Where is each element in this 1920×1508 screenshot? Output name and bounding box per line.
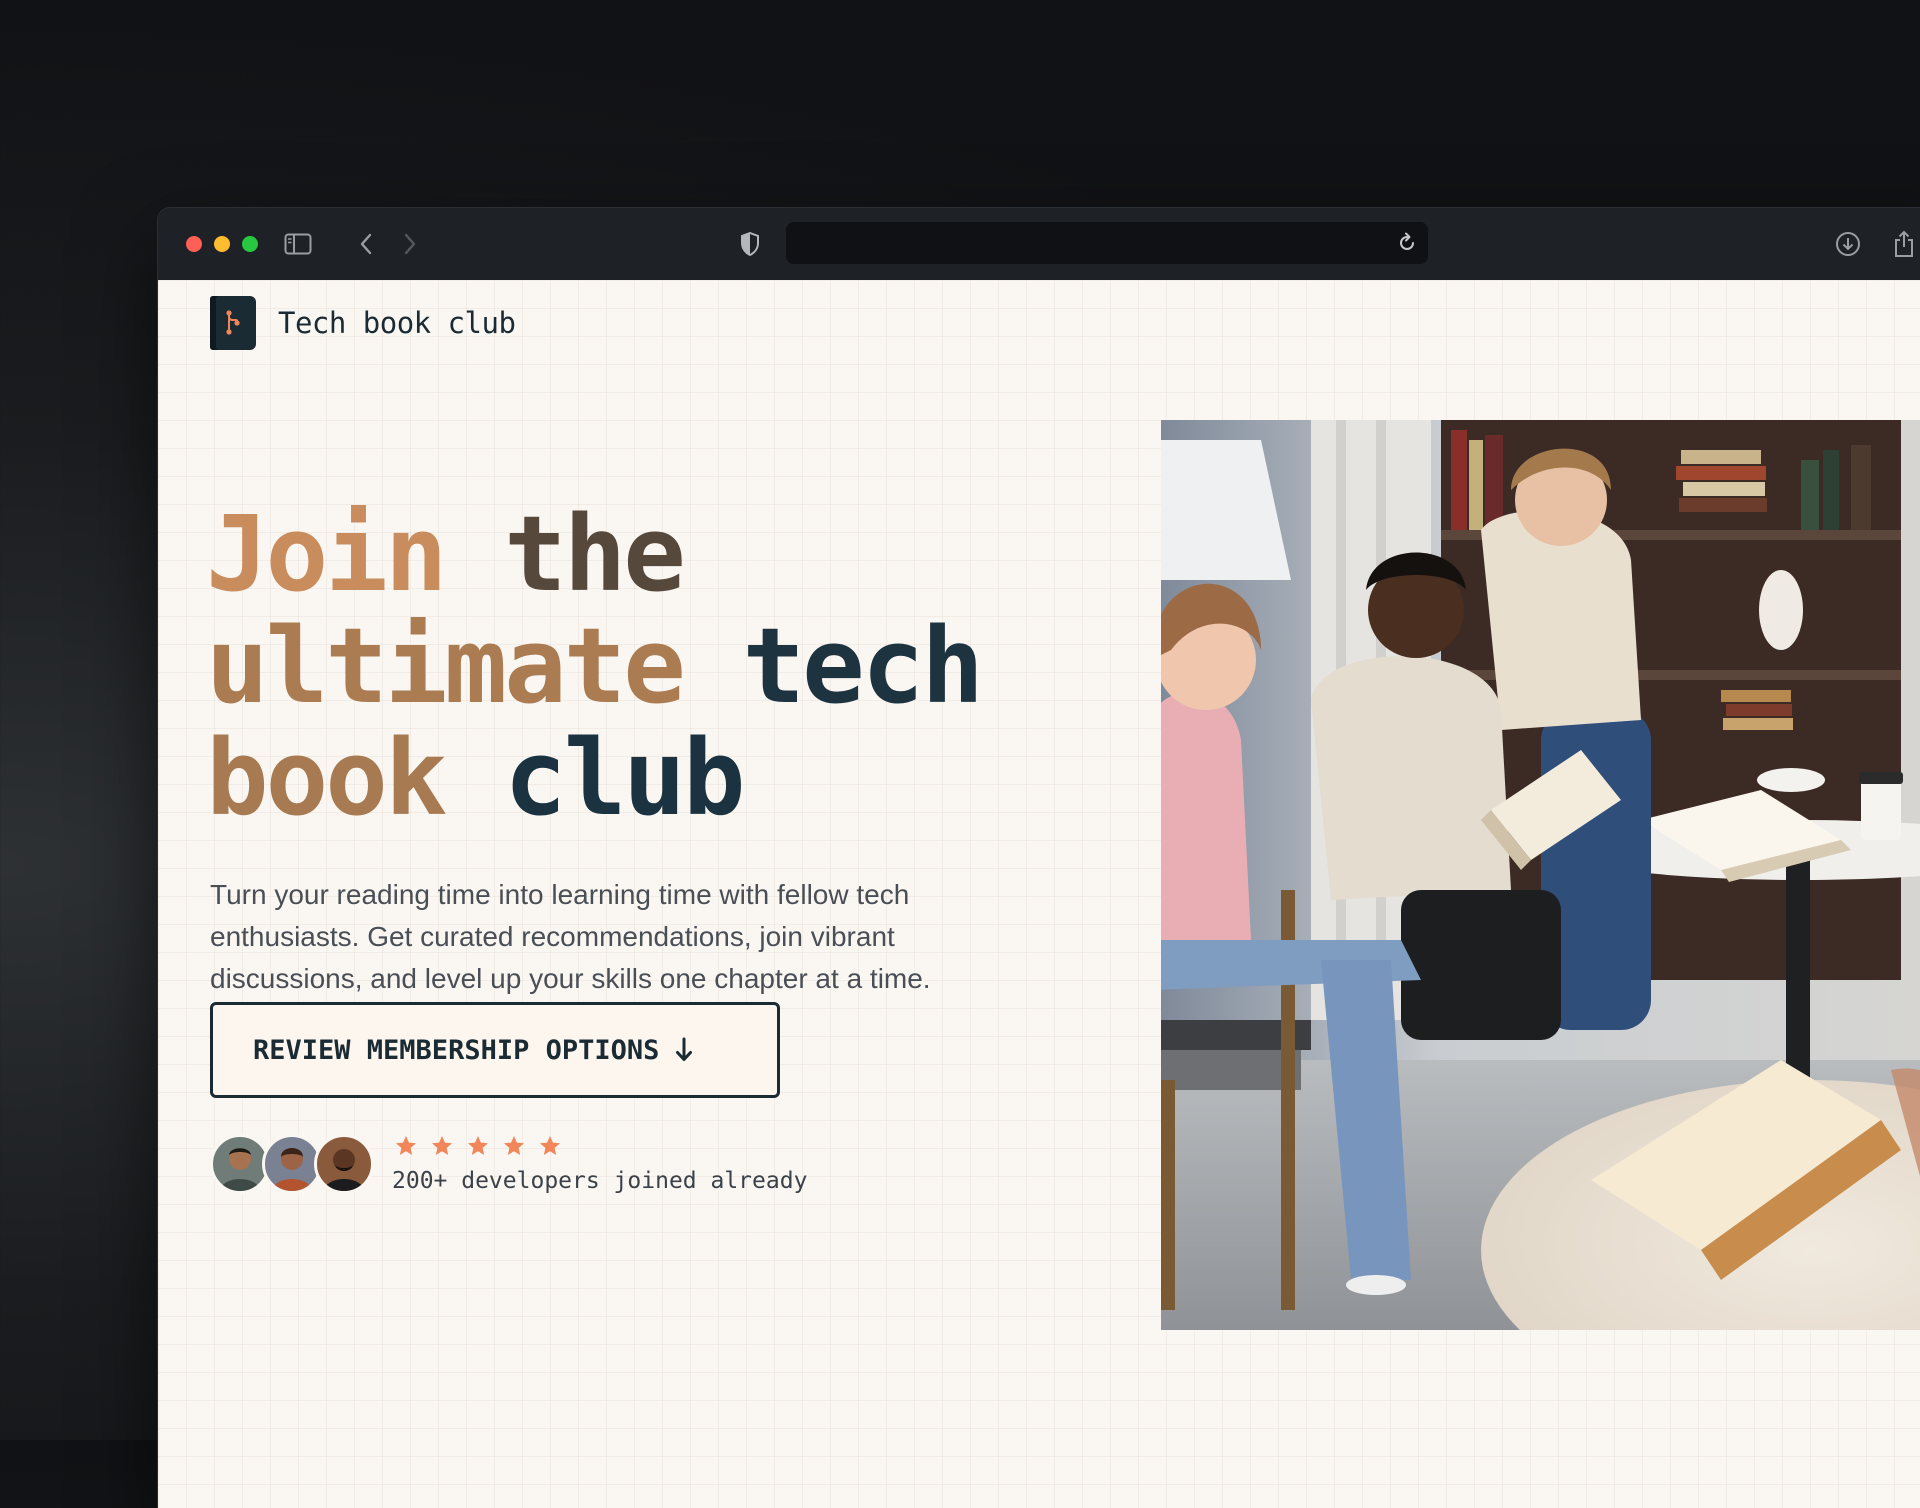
avatar [314, 1134, 374, 1194]
downloads-icon[interactable] [1832, 228, 1864, 260]
book-logo-icon [210, 296, 256, 350]
star-icon [504, 1136, 524, 1155]
back-arrow-icon[interactable] [350, 228, 382, 260]
member-avatars [210, 1134, 380, 1194]
share-icon[interactable] [1888, 228, 1920, 260]
hero-word: Join [206, 493, 447, 615]
hero-word: book [206, 717, 447, 839]
hero-description: Turn your reading time into learning tim… [210, 879, 931, 994]
close-window-button[interactable] [186, 236, 202, 252]
forward-arrow-icon[interactable] [394, 228, 426, 260]
minimize-window-button[interactable] [214, 236, 230, 252]
address-bar[interactable] [786, 222, 1428, 264]
star-icon [396, 1136, 416, 1155]
members-count-text: 200+ developers joined already [392, 1168, 808, 1194]
avatar [262, 1134, 322, 1194]
hero-word: the [504, 493, 686, 615]
hero-word: club [504, 717, 745, 839]
hero-heading: Join the ultimate tech book club [206, 498, 1106, 834]
arrow-down-icon [675, 1037, 693, 1063]
privacy-shield-icon[interactable] [734, 228, 766, 260]
avatar [210, 1134, 270, 1194]
star-icon [540, 1136, 560, 1155]
hero-word: ultimate [206, 605, 686, 727]
browser-window: Tech book club Join the ultimate tech bo… [158, 208, 1920, 1508]
logo-text: Tech book club [278, 306, 516, 340]
star-icon [432, 1136, 452, 1155]
star-icon [468, 1136, 488, 1155]
zoom-window-button[interactable] [242, 236, 258, 252]
book-club-photo [1161, 420, 1920, 1330]
hero-word: tech [742, 605, 984, 727]
reload-icon[interactable] [1396, 232, 1418, 254]
review-membership-button[interactable]: REVIEW MEMBERSHIP OPTIONS [210, 1002, 780, 1098]
site-logo[interactable]: Tech book club [210, 296, 516, 350]
sidebar-toggle-icon[interactable] [282, 228, 314, 260]
rating-stars [394, 1134, 562, 1158]
cta-label: REVIEW MEMBERSHIP OPTIONS [253, 1034, 660, 1066]
browser-toolbar [158, 208, 1920, 281]
landing-page: Tech book club Join the ultimate tech bo… [158, 280, 1920, 1508]
